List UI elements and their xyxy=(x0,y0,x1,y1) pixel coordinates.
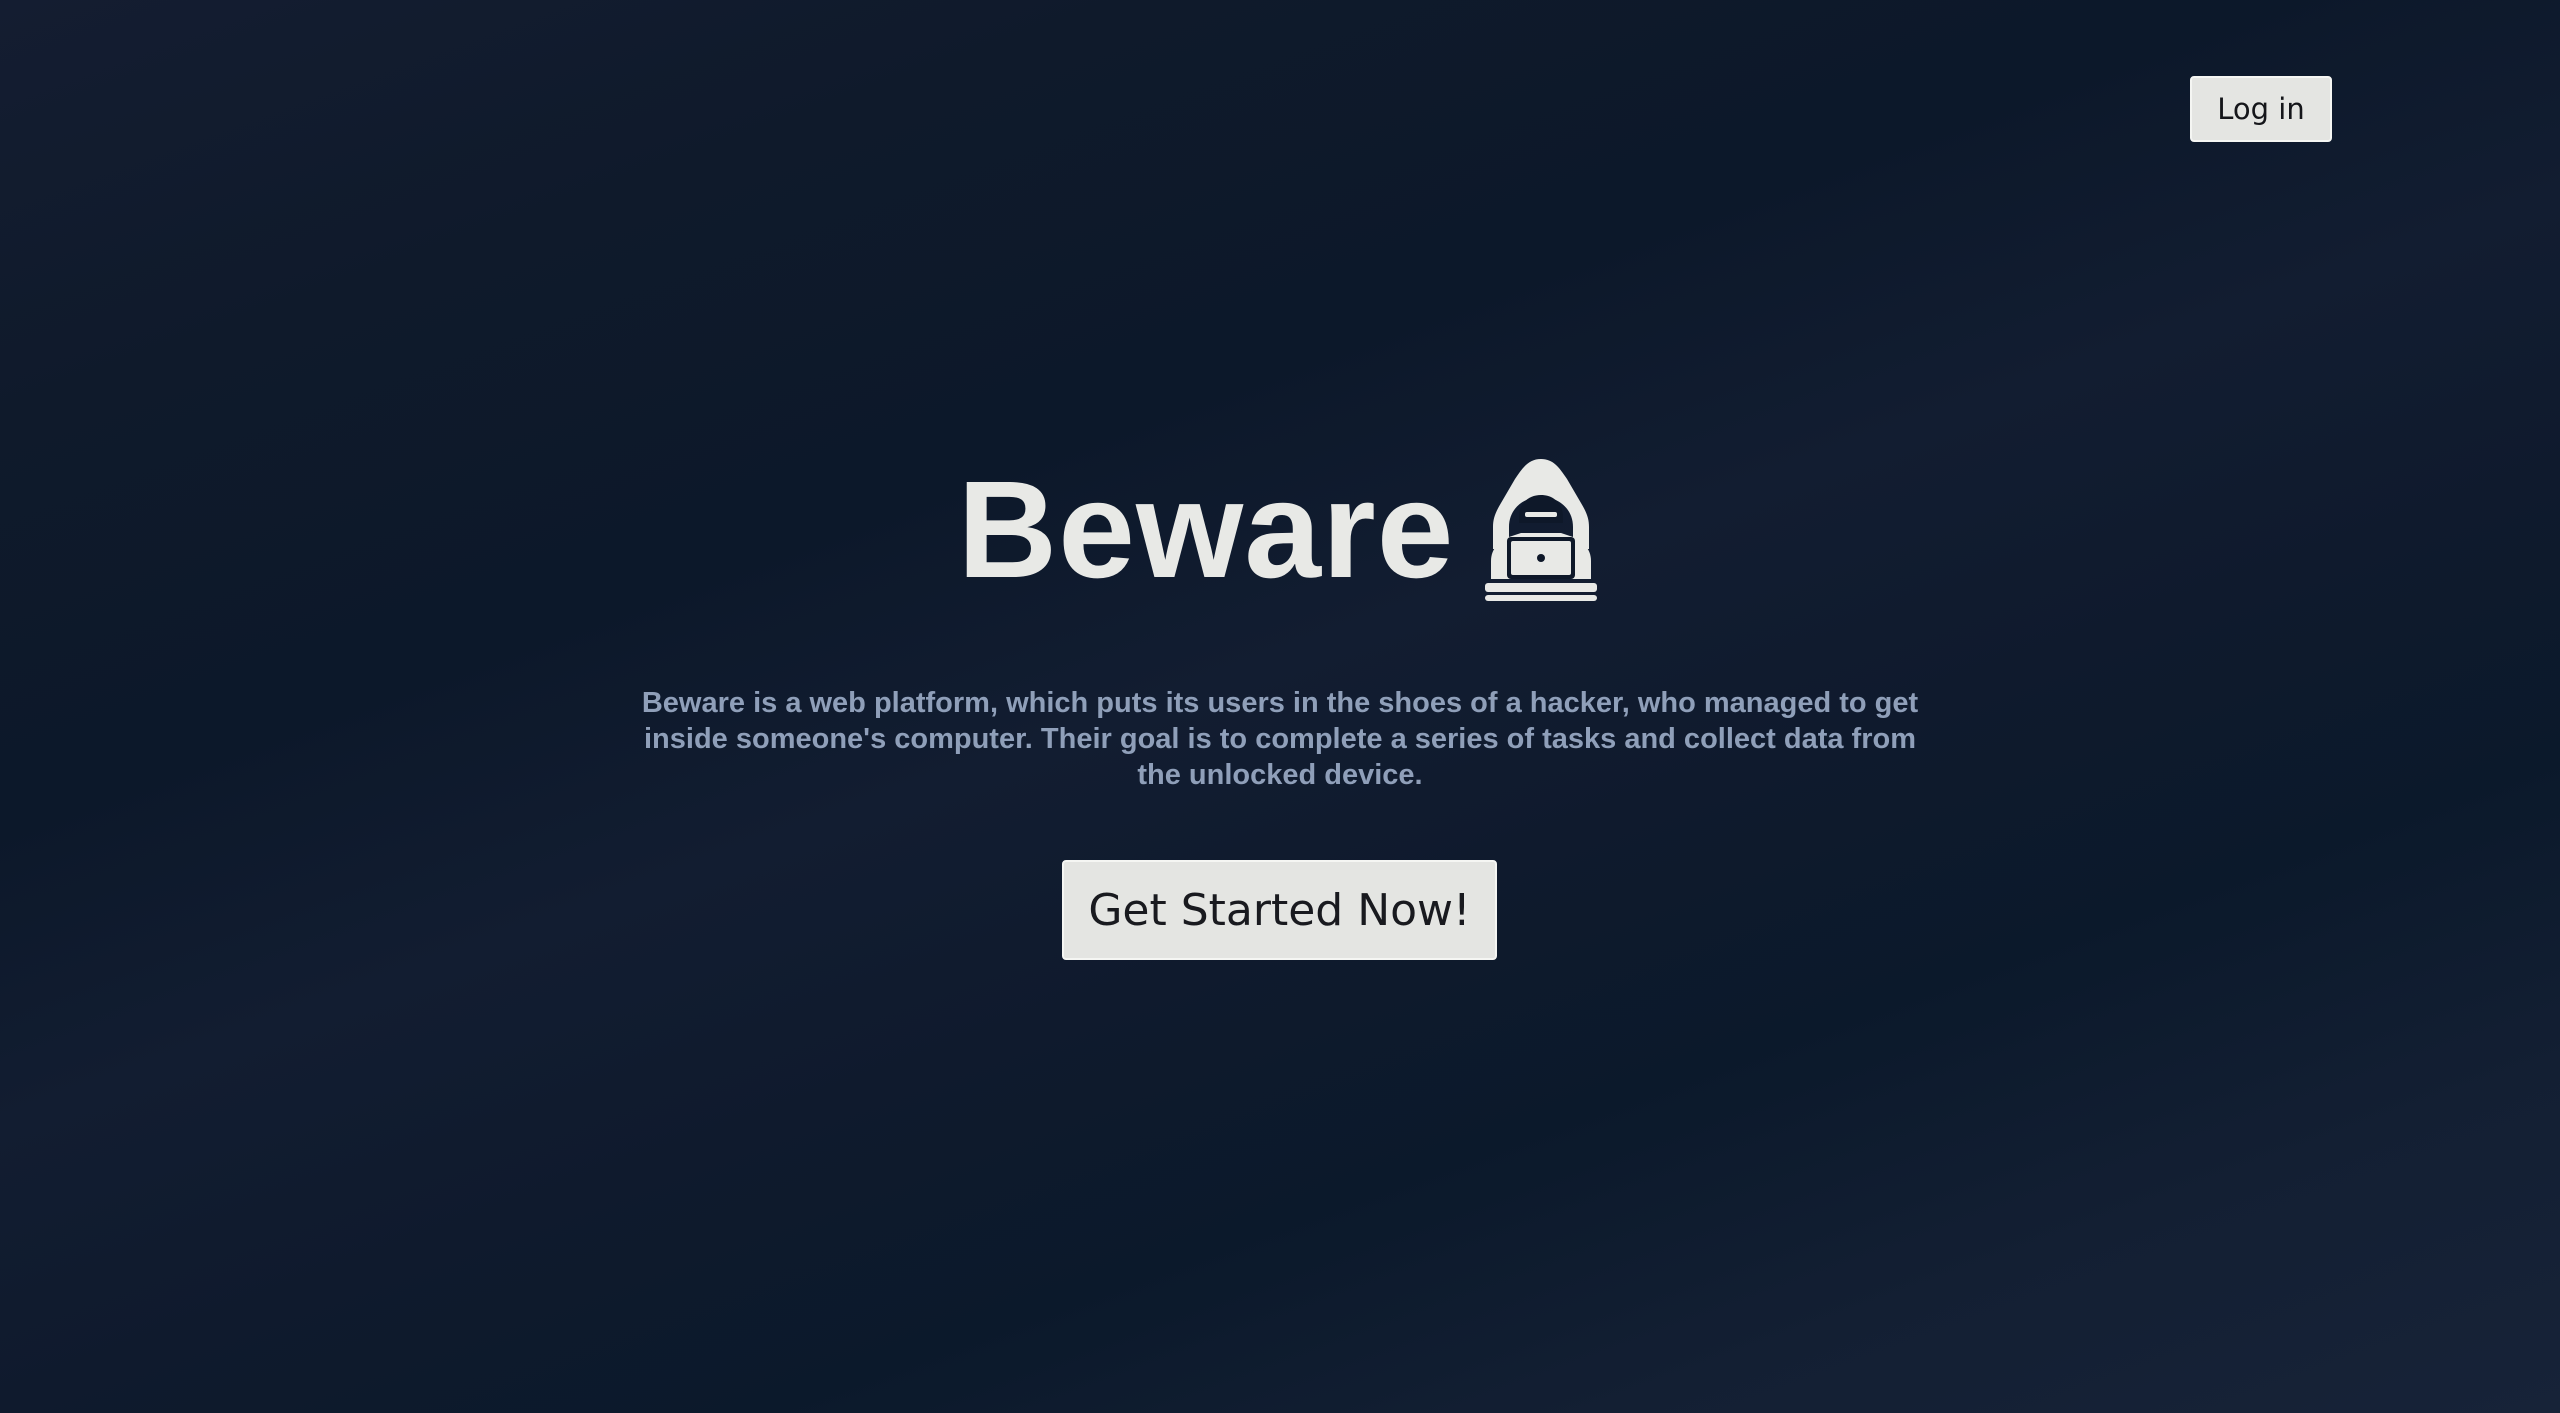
get-started-button[interactable]: Get Started Now! xyxy=(1062,860,1497,960)
hero-description: Beware is a web platform, which puts its… xyxy=(641,687,1919,791)
hero-heading: Beware xyxy=(0,455,2560,605)
login-button[interactable]: Log in xyxy=(2190,76,2332,142)
landing-page: Log in Beware Beware is a web platform, … xyxy=(0,0,2560,1413)
hacker-icon xyxy=(1480,457,1602,603)
page-title: Beware xyxy=(957,453,1455,607)
